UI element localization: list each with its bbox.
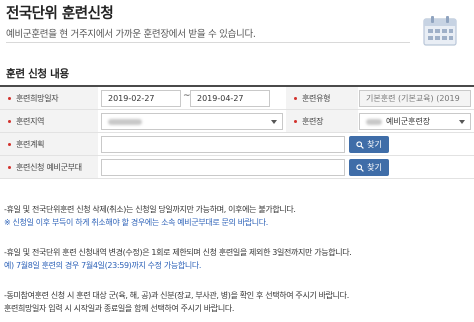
- required-bullet-icon: [8, 119, 11, 123]
- notice-date-input: 훈련희망일자 입력 시 시작일과 종료일을 함께 선택하여 주시기 바랍니다.: [4, 304, 235, 313]
- search-icon: [356, 140, 364, 149]
- form-row-unit: 훈련신청 예비군부대 찾기: [0, 156, 474, 179]
- form-row-plan: 훈련계획 찾기: [0, 133, 474, 156]
- end-date-input[interactable]: 2019-04-27: [190, 90, 270, 107]
- page-description: 예비군훈련을 현 거주지에서 가까운 훈련장에서 받을 수 있습니다.: [6, 29, 256, 40]
- section-title: 훈련 신청 내용: [6, 68, 69, 80]
- redacted-region-text: [108, 118, 142, 125]
- form-row-region: 훈련지역 훈련장 예비군훈련장: [0, 110, 474, 133]
- notice-cancel-note: ※ 신청일 이후 부득이 하게 취소해야 할 경우에는 소속 예비군부대로 문의…: [4, 218, 268, 227]
- form-row-date: 훈련희망일자 2019-02-27 ~ 2019-04-27 훈련유형 기본훈련…: [0, 87, 474, 110]
- required-bullet-icon: [294, 119, 297, 123]
- training-region-label: 훈련지역: [0, 110, 98, 132]
- notice-modify-example: 예) 7월8일 훈련의 경우 7월4일(23:59)까지 수정 가능합니다.: [4, 261, 202, 270]
- notice-cancel: -휴일 및 전국단위훈련 신청 삭제(취소)는 신청일 당일까지만 가능하며, …: [4, 205, 296, 214]
- training-type-field: 기본훈련 (기본교육) (2019: [359, 90, 471, 107]
- title-divider: [6, 42, 410, 43]
- page-title: 전국단위 훈련신청: [6, 6, 114, 22]
- redacted-site-text: [366, 118, 382, 125]
- calendar-icon: [423, 16, 457, 46]
- chevron-down-icon: [459, 120, 465, 124]
- training-type-label: 훈련유형: [286, 87, 358, 109]
- applying-unit-input[interactable]: [101, 159, 345, 176]
- applying-unit-search-button[interactable]: 찾기: [349, 159, 389, 176]
- desired-date-label: 훈련희망일자: [0, 87, 98, 109]
- search-icon: [356, 163, 364, 172]
- training-plan-input[interactable]: [101, 136, 345, 153]
- training-region-select[interactable]: [101, 113, 283, 130]
- start-date-input[interactable]: 2019-02-27: [101, 90, 181, 107]
- required-bullet-icon: [8, 96, 11, 100]
- required-bullet-icon: [8, 142, 11, 146]
- training-site-select[interactable]: 예비군훈련장: [359, 113, 471, 130]
- application-form: 훈련희망일자 2019-02-27 ~ 2019-04-27 훈련유형 기본훈련…: [0, 85, 474, 179]
- notice-joint-training: -동미참여훈련 신청 시 훈련 대상 군(육, 해, 공)과 신분(장교, 부사…: [4, 291, 349, 300]
- training-plan-search-button[interactable]: 찾기: [349, 136, 389, 153]
- applying-unit-label: 훈련신청 예비군부대: [0, 156, 98, 178]
- required-bullet-icon: [294, 96, 297, 100]
- training-plan-label: 훈련계획: [0, 133, 98, 155]
- required-bullet-icon: [8, 165, 11, 169]
- chevron-down-icon: [271, 120, 277, 124]
- notice-modify: -휴일 및 전국단위 훈련 신청내역 변경(수정)은 1회로 제한되며 신청 훈…: [4, 248, 352, 257]
- training-site-label: 훈련장: [286, 110, 358, 132]
